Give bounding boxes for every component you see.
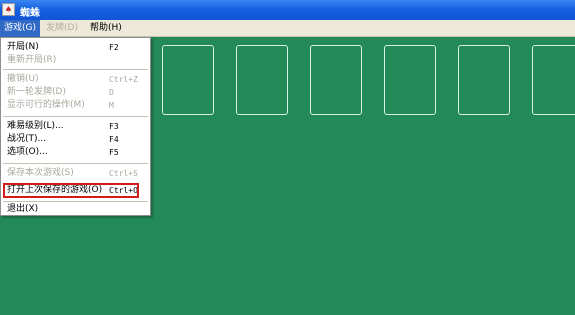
card-slot[interactable] (162, 45, 214, 115)
menu-item-label: 战况(T)... (7, 134, 47, 144)
menu-item-undo[interactable]: 撤销(U) Ctrl+Z (1, 73, 150, 86)
menu-item-restart[interactable]: 重新开局(R) (1, 54, 150, 67)
card-slot[interactable] (310, 45, 362, 115)
menu-item-label: 选项(O)... (7, 147, 48, 157)
menu-item-shortcut: F3 (109, 122, 119, 131)
menu-item-shortcut: F4 (109, 135, 119, 144)
spider-app-icon[interactable]: ♠ (2, 3, 15, 16)
menu-item-label: 难易级别(L)... (7, 121, 64, 131)
menu-item-difficulty[interactable]: 难易级别(L)... F3 (1, 120, 150, 133)
menu-item-label: 保存本次游戏(S) (7, 168, 74, 178)
card-slot[interactable] (236, 45, 288, 115)
menu-item-show-moves[interactable]: 显示可行的操作(M) M (1, 99, 150, 112)
menu-item-label: 新一轮发牌(D) (7, 87, 66, 97)
menu-separator (3, 69, 148, 70)
card-slot[interactable] (532, 45, 575, 115)
menu-item-label: 撤销(U) (7, 74, 39, 84)
menu-item-label: 开局(N) (7, 42, 39, 52)
menu-item-shortcut: F5 (109, 148, 119, 157)
menu-bar: 游戏(G) 发牌(D) 帮助(H) (0, 20, 575, 37)
menu-separator (3, 116, 148, 117)
window-title: 蜘蛛 (20, 8, 40, 19)
menu-item-label: 退出(X) (7, 204, 39, 214)
menu-item-deal-new-row[interactable]: 新一轮发牌(D) D (1, 86, 150, 99)
menu-item-label: 重新开局(R) (7, 55, 57, 65)
menu-item-options[interactable]: 选项(O)... F5 (1, 146, 150, 159)
red-annotation-box (3, 183, 139, 198)
menu-item-shortcut: Ctrl+Z (109, 75, 138, 84)
menu-item-shortcut: D (109, 88, 114, 97)
card-slot[interactable] (458, 45, 510, 115)
menu-separator (3, 163, 148, 164)
menu-item-shortcut: F2 (109, 43, 119, 52)
title-bar[interactable]: ♠ 蜘蛛 (0, 0, 575, 20)
menu-item-label: 显示可行的操作(M) (7, 100, 85, 110)
game-menu-dropdown: 开局(N) F2 重新开局(R) 撤销(U) Ctrl+Z 新一轮发牌(D) D… (0, 37, 151, 216)
menu-item-shortcut: Ctrl+S (109, 169, 138, 178)
menu-item-statistics[interactable]: 战况(T)... F4 (1, 133, 150, 146)
menu-game[interactable]: 游戏(G) (0, 20, 40, 37)
menu-help[interactable]: 帮助(H) (86, 20, 126, 37)
menu-deal[interactable]: 发牌(D) (42, 20, 82, 37)
menu-separator (3, 201, 148, 202)
menu-item-exit[interactable]: 退出(X) (1, 203, 150, 216)
menu-item-new-game[interactable]: 开局(N) F2 (1, 41, 150, 54)
menu-item-shortcut: M (109, 101, 114, 110)
menu-item-save-game[interactable]: 保存本次游戏(S) Ctrl+S (1, 167, 150, 180)
card-slot[interactable] (384, 45, 436, 115)
